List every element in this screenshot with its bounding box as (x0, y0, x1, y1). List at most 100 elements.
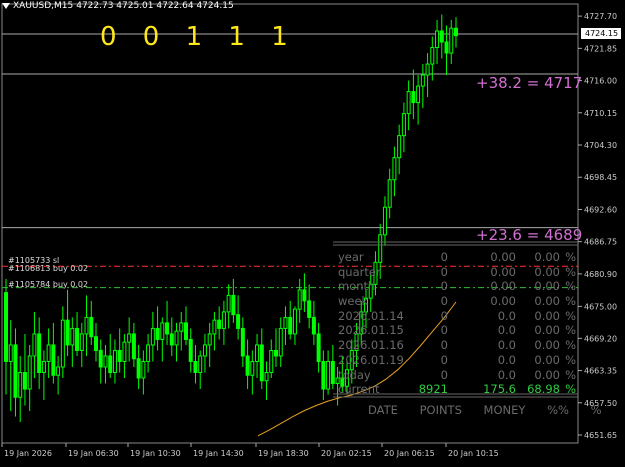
candle-body (8, 344, 13, 362)
candle-body (32, 333, 37, 357)
y-tick-label-11: 4663.35 (584, 367, 617, 376)
candle-body (316, 333, 321, 362)
candle-body (292, 308, 297, 335)
order-label-buy-1[interactable]: #1106813 buy 0.02 (8, 264, 88, 273)
current-price-tag: 4724.15 (581, 28, 621, 39)
candle-body (122, 341, 127, 362)
candle-body (84, 316, 89, 335)
y-tick-label-10: 4669.20 (584, 334, 617, 343)
x-tick-label-3: 19 Jan 14:30 (193, 449, 244, 458)
x-tick-label-5: 20 Jan 02:15 (321, 449, 372, 458)
candle-body (89, 316, 94, 338)
chart-header: XAUUSD,M15 4722.73 4725.01 4722.64 4724.… (2, 1, 234, 11)
candle-body (454, 27, 458, 37)
candle-body (435, 30, 440, 49)
candle-body (231, 294, 236, 316)
candle-body (226, 294, 231, 313)
candle-body (79, 333, 84, 351)
candle-body (269, 349, 274, 373)
candle-body (444, 41, 449, 54)
candle-body (401, 113, 406, 137)
symbol-timeframe: XAUUSD,M15 (13, 1, 74, 11)
candle-body (411, 91, 416, 104)
candle-body (75, 327, 80, 351)
candle-body (94, 336, 98, 351)
x-tick-label-0: 19 Jan 2026 (4, 449, 52, 458)
candle-body (160, 322, 165, 340)
candle-body (150, 327, 155, 346)
y-tick-label-2: 4716.00 (584, 77, 617, 86)
stats-row-year: year 0 0.00 0.00% (338, 250, 576, 264)
candle-body (297, 289, 302, 310)
order-label-buy-2[interactable]: #1105784 buy 0.02 (8, 280, 88, 289)
candle-body (198, 355, 203, 373)
candle-body (27, 355, 32, 390)
candle-body (212, 319, 217, 335)
candle-body (188, 338, 193, 362)
y-tick-label-7: 4686.75 (584, 238, 617, 247)
candle-body (169, 333, 174, 346)
candle-body (283, 316, 288, 329)
stats-row-day-4: 2026.01.19 0 0.0 0.00% (338, 352, 576, 367)
candle-body (70, 327, 75, 346)
y-tick-label-6: 4692.60 (584, 205, 617, 214)
stats-row-day-3: 2026.01.16 0 0.0 0.00% (338, 338, 576, 353)
candle-body (302, 289, 307, 302)
candle-body (18, 371, 23, 398)
stats-row-today: today 0 0.0 0.00% (338, 367, 576, 382)
stats-row-day-2: 2026.01.15 0 0.0 0.00% (338, 323, 576, 338)
candle-body (236, 314, 241, 329)
candle-body (141, 360, 146, 379)
footer-points: POINTS (419, 403, 462, 417)
candle-body (392, 157, 397, 181)
candle-body (117, 349, 122, 362)
candle-body (240, 327, 245, 357)
candle-body (387, 179, 392, 208)
dropdown-triangle-icon[interactable] (2, 3, 10, 9)
candle-body (4, 292, 8, 362)
y-tick-label-4: 4704.30 (584, 141, 617, 150)
x-tick-label-4: 19 Jan 18:30 (258, 449, 309, 458)
candle-body (382, 206, 387, 236)
candle-body (193, 360, 198, 373)
binary-counter: 0 0 1 1 1 (100, 22, 297, 52)
candle-body (179, 322, 184, 332)
candle-body (108, 355, 113, 373)
candle-body (278, 327, 283, 357)
candle-body (41, 360, 46, 373)
candle-body (416, 85, 421, 104)
candle-body (174, 330, 179, 346)
candle-body (127, 333, 132, 343)
stats-row-week: week 0 0.00 0.00% (338, 294, 576, 309)
chart-window[interactable]: 4727.70 4721.85 4716.00 4710.15 4704.30 4698.… (0, 0, 625, 463)
candle-body (136, 358, 141, 379)
candle-body (131, 333, 136, 360)
candle-body (250, 360, 255, 376)
candle-body (245, 355, 250, 376)
candle-body (155, 327, 160, 340)
candle-body (307, 300, 312, 318)
footer-money: MONEY (483, 403, 526, 417)
stats-footer: DATE POINTS MONEY %% % (368, 403, 620, 417)
candle-body (255, 344, 260, 362)
x-tick-label-2: 19 Jan 10:30 (130, 449, 181, 458)
candle-body (326, 360, 331, 390)
candle-body (439, 30, 444, 43)
candle-body (207, 333, 212, 346)
candle-body (321, 360, 326, 390)
candle-body (264, 371, 269, 382)
stats-row-current: current 8921 175.6 68.98% (338, 382, 576, 397)
footer-pctpct: %% (547, 403, 569, 417)
stats-row-day-1: 2026.01.14 0 0.0 0.00% (338, 308, 576, 323)
stats-row-month: month 0 0.00 0.00% (338, 279, 576, 294)
candle-body (221, 311, 226, 329)
x-tick-label-1: 19 Jan 06:30 (68, 449, 119, 458)
y-tick-label-9: 4675.00 (584, 302, 617, 311)
footer-pct: % (590, 403, 602, 417)
candle-body (274, 349, 278, 357)
candle-body (103, 355, 108, 368)
ohlc-values: 4722.73 4725.01 4722.64 4724.15 (76, 1, 234, 11)
stats-panel: year 0 0.00 0.00% quarter 0 0.00 0.00% month 0 0… (338, 250, 578, 397)
candle-body (13, 344, 18, 398)
candle-body (311, 316, 316, 335)
